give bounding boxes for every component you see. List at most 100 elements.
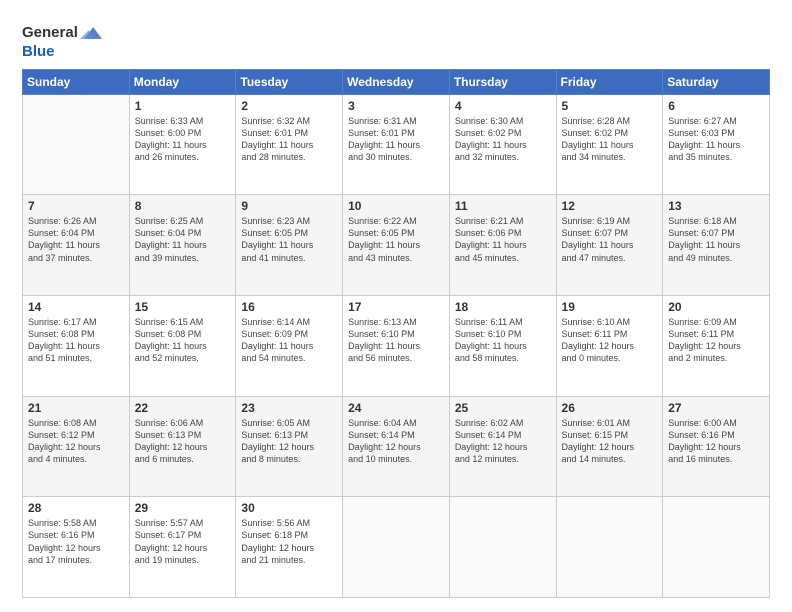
calendar-cell: 30Sunrise: 5:56 AM Sunset: 6:18 PM Dayli… <box>236 497 343 598</box>
calendar-cell <box>556 497 663 598</box>
day-number: 5 <box>562 99 658 113</box>
calendar-cell: 1Sunrise: 6:33 AM Sunset: 6:00 PM Daylig… <box>129 94 236 195</box>
day-info: Sunrise: 6:22 AM Sunset: 6:05 PM Dayligh… <box>348 215 444 264</box>
calendar-week-row: 7 Sunrise: 6:26 AM Sunset: 6:04 PM Daylig… <box>23 195 770 296</box>
day-info: Sunrise: 6:19 AM Sunset: 6:07 PM Dayligh… <box>562 215 658 264</box>
column-header-sunday: Sunday <box>23 69 130 94</box>
calendar-cell <box>663 497 770 598</box>
day-number: 12 <box>562 199 658 213</box>
calendar-week-row: 21 Sunrise: 6:08 AM Sunset: 6:12 PM Dayli… <box>23 396 770 497</box>
day-info: Sunrise: 6:05 AM Sunset: 6:13 PM Dayligh… <box>241 417 337 466</box>
day-number: 21 <box>28 401 124 415</box>
calendar-cell: 25 Sunrise: 6:02 AM Sunset: 6:14 PM Dayli… <box>449 396 556 497</box>
calendar-cell: 2 Sunrise: 6:32 AM Sunset: 6:01 PM Daylig… <box>236 94 343 195</box>
calendar-cell: 28Sunrise: 5:58 AM Sunset: 6:16 PM Dayli… <box>23 497 130 598</box>
day-number: 14 <box>28 300 124 314</box>
day-info: Sunrise: 6:15 AM Sunset: 6:08 PM Dayligh… <box>135 316 231 365</box>
day-info: Sunrise: 5:57 AM Sunset: 6:17 PM Dayligh… <box>135 517 231 566</box>
calendar-cell: 21 Sunrise: 6:08 AM Sunset: 6:12 PM Dayli… <box>23 396 130 497</box>
calendar-cell: 24 Sunrise: 6:04 AM Sunset: 6:14 PM Dayli… <box>343 396 450 497</box>
day-number: 13 <box>668 199 764 213</box>
logo-icon <box>80 22 102 44</box>
logo-text-blue: Blue <box>22 44 102 61</box>
day-number: 25 <box>455 401 551 415</box>
column-header-saturday: Saturday <box>663 69 770 94</box>
day-number: 24 <box>348 401 444 415</box>
calendar-cell <box>449 497 556 598</box>
day-number: 11 <box>455 199 551 213</box>
calendar-cell: 10 Sunrise: 6:22 AM Sunset: 6:05 PM Dayli… <box>343 195 450 296</box>
header: General Blue <box>22 18 770 61</box>
day-number: 10 <box>348 199 444 213</box>
calendar-header-row: SundayMondayTuesdayWednesdayThursdayFrid… <box>23 69 770 94</box>
calendar-cell: 26Sunrise: 6:01 AM Sunset: 6:15 PM Dayli… <box>556 396 663 497</box>
day-info: Sunrise: 6:27 AM Sunset: 6:03 PM Dayligh… <box>668 115 764 164</box>
calendar-cell: 20Sunrise: 6:09 AM Sunset: 6:11 PM Dayli… <box>663 295 770 396</box>
day-info: Sunrise: 6:21 AM Sunset: 6:06 PM Dayligh… <box>455 215 551 264</box>
day-number: 3 <box>348 99 444 113</box>
day-number: 2 <box>241 99 337 113</box>
calendar-cell: 12 Sunrise: 6:19 AM Sunset: 6:07 PM Dayli… <box>556 195 663 296</box>
day-number: 7 <box>28 199 124 213</box>
day-number: 8 <box>135 199 231 213</box>
calendar-cell: 22 Sunrise: 6:06 AM Sunset: 6:13 PM Dayli… <box>129 396 236 497</box>
day-info: Sunrise: 6:18 AM Sunset: 6:07 PM Dayligh… <box>668 215 764 264</box>
calendar-cell: 23 Sunrise: 6:05 AM Sunset: 6:13 PM Dayli… <box>236 396 343 497</box>
calendar-week-row: 28Sunrise: 5:58 AM Sunset: 6:16 PM Dayli… <box>23 497 770 598</box>
column-header-thursday: Thursday <box>449 69 556 94</box>
calendar-week-row: 14 Sunrise: 6:17 AM Sunset: 6:08 PM Dayli… <box>23 295 770 396</box>
day-info: Sunrise: 6:02 AM Sunset: 6:14 PM Dayligh… <box>455 417 551 466</box>
day-info: Sunrise: 6:17 AM Sunset: 6:08 PM Dayligh… <box>28 316 124 365</box>
day-number: 17 <box>348 300 444 314</box>
calendar-cell: 17 Sunrise: 6:13 AM Sunset: 6:10 PM Dayli… <box>343 295 450 396</box>
day-info: Sunrise: 6:25 AM Sunset: 6:04 PM Dayligh… <box>135 215 231 264</box>
calendar-cell: 3Sunrise: 6:31 AM Sunset: 6:01 PM Daylig… <box>343 94 450 195</box>
calendar-cell: 29 Sunrise: 5:57 AM Sunset: 6:17 PM Dayli… <box>129 497 236 598</box>
day-info: Sunrise: 6:26 AM Sunset: 6:04 PM Dayligh… <box>28 215 124 264</box>
day-number: 1 <box>135 99 231 113</box>
day-info: Sunrise: 6:04 AM Sunset: 6:14 PM Dayligh… <box>348 417 444 466</box>
calendar-cell: 8 Sunrise: 6:25 AM Sunset: 6:04 PM Daylig… <box>129 195 236 296</box>
day-info: Sunrise: 6:28 AM Sunset: 6:02 PM Dayligh… <box>562 115 658 164</box>
day-number: 4 <box>455 99 551 113</box>
calendar-table: SundayMondayTuesdayWednesdayThursdayFrid… <box>22 69 770 599</box>
calendar-cell: 6 Sunrise: 6:27 AM Sunset: 6:03 PM Daylig… <box>663 94 770 195</box>
calendar-week-row: 1Sunrise: 6:33 AM Sunset: 6:00 PM Daylig… <box>23 94 770 195</box>
day-number: 19 <box>562 300 658 314</box>
logo: General Blue <box>22 22 102 61</box>
day-info: Sunrise: 6:13 AM Sunset: 6:10 PM Dayligh… <box>348 316 444 365</box>
day-info: Sunrise: 6:32 AM Sunset: 6:01 PM Dayligh… <box>241 115 337 164</box>
day-info: Sunrise: 6:01 AM Sunset: 6:15 PM Dayligh… <box>562 417 658 466</box>
logo-text-general: General <box>22 25 78 42</box>
calendar-cell: 13 Sunrise: 6:18 AM Sunset: 6:07 PM Dayli… <box>663 195 770 296</box>
day-info: Sunrise: 6:06 AM Sunset: 6:13 PM Dayligh… <box>135 417 231 466</box>
day-info: Sunrise: 5:56 AM Sunset: 6:18 PM Dayligh… <box>241 517 337 566</box>
day-number: 15 <box>135 300 231 314</box>
day-number: 9 <box>241 199 337 213</box>
day-info: Sunrise: 5:58 AM Sunset: 6:16 PM Dayligh… <box>28 517 124 566</box>
calendar-cell: 14 Sunrise: 6:17 AM Sunset: 6:08 PM Dayli… <box>23 295 130 396</box>
day-number: 22 <box>135 401 231 415</box>
day-info: Sunrise: 6:14 AM Sunset: 6:09 PM Dayligh… <box>241 316 337 365</box>
calendar-cell <box>343 497 450 598</box>
calendar-cell: 15 Sunrise: 6:15 AM Sunset: 6:08 PM Dayli… <box>129 295 236 396</box>
day-number: 29 <box>135 501 231 515</box>
day-info: Sunrise: 6:08 AM Sunset: 6:12 PM Dayligh… <box>28 417 124 466</box>
day-info: Sunrise: 6:00 AM Sunset: 6:16 PM Dayligh… <box>668 417 764 466</box>
day-number: 27 <box>668 401 764 415</box>
calendar-cell: 16Sunrise: 6:14 AM Sunset: 6:09 PM Dayli… <box>236 295 343 396</box>
column-header-friday: Friday <box>556 69 663 94</box>
day-info: Sunrise: 6:10 AM Sunset: 6:11 PM Dayligh… <box>562 316 658 365</box>
calendar-cell: 4Sunrise: 6:30 AM Sunset: 6:02 PM Daylig… <box>449 94 556 195</box>
day-number: 23 <box>241 401 337 415</box>
day-number: 18 <box>455 300 551 314</box>
calendar-cell: 11 Sunrise: 6:21 AM Sunset: 6:06 PM Dayli… <box>449 195 556 296</box>
day-info: Sunrise: 6:09 AM Sunset: 6:11 PM Dayligh… <box>668 316 764 365</box>
column-header-tuesday: Tuesday <box>236 69 343 94</box>
calendar-cell: 9 Sunrise: 6:23 AM Sunset: 6:05 PM Daylig… <box>236 195 343 296</box>
day-number: 6 <box>668 99 764 113</box>
column-header-monday: Monday <box>129 69 236 94</box>
day-info: Sunrise: 6:23 AM Sunset: 6:05 PM Dayligh… <box>241 215 337 264</box>
column-header-wednesday: Wednesday <box>343 69 450 94</box>
calendar-cell: 5 Sunrise: 6:28 AM Sunset: 6:02 PM Daylig… <box>556 94 663 195</box>
